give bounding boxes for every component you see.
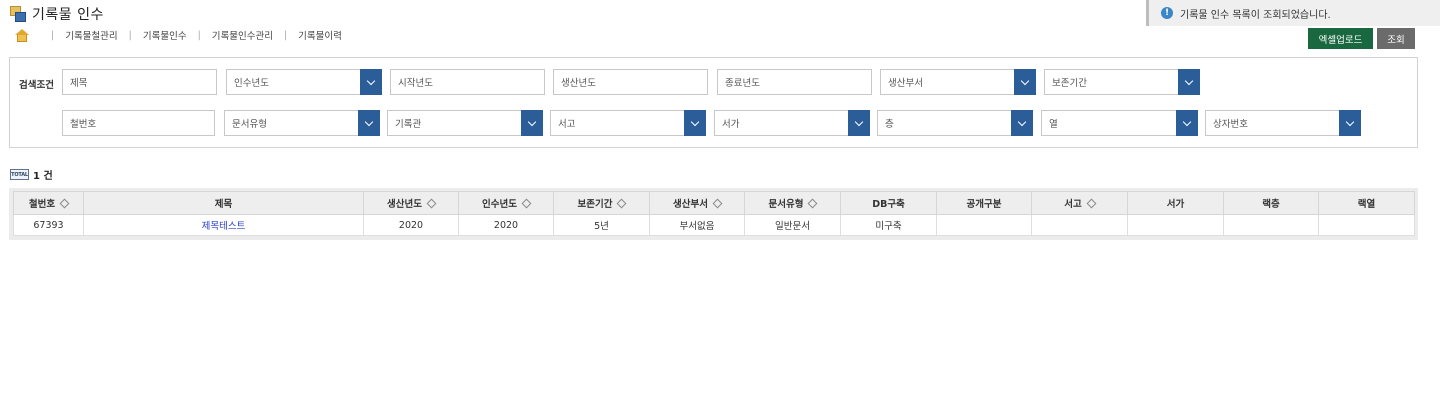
column-header-shelf: 서가 [1127,191,1224,215]
search-button[interactable]: 조회 [1377,28,1415,49]
search-panel: 검색조건 제목 인수년도 시작년도 생산년도 종료년도 생산부서 보존기간 철번… [9,57,1418,148]
title-input[interactable]: 제목 [62,69,217,95]
column-header-file-no[interactable]: 철번호 [13,191,84,215]
info-icon: ! [1161,7,1173,19]
column-header-accept-year[interactable]: 인수년도 [458,191,554,215]
title-link[interactable]: 제목테스트 [202,221,246,232]
box-no-select[interactable]: 상자번호 [1205,110,1361,136]
document-stack-icon [10,6,26,22]
floor-select[interactable]: 층 [877,110,1033,136]
cell-db-status: 미구축 [840,214,937,236]
retention-select[interactable]: 보존기간 [1044,69,1200,95]
column-header-produce-dept[interactable]: 생산부서 [649,191,745,215]
nav-link-acceptance-management[interactable]: 기록물인수관리 [212,28,273,42]
nav-separator: | [283,29,288,41]
sort-icon[interactable] [426,198,437,209]
retention-select-value: 보존기간 [1052,78,1087,89]
total-count: TOTAL 1 건 [10,167,53,182]
column-header-storage[interactable]: 서고 [1031,191,1128,215]
chevron-down-icon[interactable] [848,110,870,136]
search-label: 검색조건 [19,80,54,91]
file-no-input[interactable]: 철번호 [62,110,215,136]
result-table: 철번호 제목 생산년도 인수년도 보존기간 생산부서 문서유형 DB구축 공개구… [13,191,1415,236]
column-header-rack-floor: 랙층 [1223,191,1319,215]
cell-disclosure [936,214,1032,236]
nav-link-history[interactable]: 기록물이력 [298,28,342,42]
cell-file-no: 67393 [13,214,84,236]
cell-retention: 5년 [553,214,650,236]
produce-dept-select[interactable]: 생산부서 [880,69,1036,95]
cell-shelf [1127,214,1224,236]
column-header-db-status: DB구축 [840,191,937,215]
sort-icon[interactable] [808,198,818,209]
total-icon: TOTAL [10,169,29,180]
accept-year-select-value: 인수년도 [234,78,269,89]
archive-select[interactable]: 기록관 [387,110,543,136]
sort-icon[interactable] [1086,198,1097,209]
sort-icon[interactable] [617,198,627,209]
cell-rack-floor [1223,214,1319,236]
nav-link-acceptance[interactable]: 기록물인수 [143,28,187,42]
cell-title: 제목테스트 [83,214,364,236]
doc-type-select[interactable]: 문서유형 [224,110,380,136]
toast-message: 기록물 인수 목록이 조회되었습니다. [1180,9,1331,21]
chevron-down-icon[interactable] [684,110,706,136]
column-header-produce-year[interactable]: 생산년도 [363,191,459,215]
produce-dept-select-value: 생산부서 [888,78,923,89]
cell-accept-year: 2020 [458,214,554,236]
floor-select-value: 층 [885,119,894,130]
end-year-input[interactable]: 종료년도 [717,69,872,95]
doc-type-select-value: 문서유형 [232,119,267,130]
sort-icon[interactable] [712,198,723,209]
produce-year-input[interactable]: 생산년도 [553,69,708,95]
chevron-down-icon[interactable] [358,110,380,136]
sort-icon[interactable] [59,198,70,209]
page-header: 기록물 인수 [10,4,104,24]
cell-doc-type: 일반문서 [744,214,841,236]
home-icon[interactable] [14,28,30,42]
column-header-rack-column: 랙열 [1318,191,1415,215]
start-year-input[interactable]: 시작년도 [390,69,545,95]
table-row[interactable]: 67393 제목테스트 2020 2020 5년 부서없음 일반문서 미구축 [13,214,1415,236]
total-count-label: 1 건 [33,171,53,182]
column-select-value: 열 [1049,119,1058,130]
column-select[interactable]: 열 [1041,110,1198,136]
column-header-title: 제목 [83,191,364,215]
sort-icon[interactable] [521,198,532,209]
page-title: 기록물 인수 [32,7,104,23]
chevron-down-icon[interactable] [1178,69,1200,95]
accept-year-select[interactable]: 인수년도 [226,69,382,95]
chevron-down-icon[interactable] [1011,110,1033,136]
cell-produce-year: 2020 [363,214,459,236]
nav-separator: | [197,29,201,41]
shelf-select[interactable]: 서가 [714,110,870,136]
breadcrumb: | 기록물철관리 | 기록물인수 | 기록물인수관리 | 기록물이력 [14,28,342,42]
table-header-row: 철번호 제목 생산년도 인수년도 보존기간 생산부서 문서유형 DB구축 공개구… [13,191,1415,215]
nav-separator: | [128,29,132,41]
chevron-down-icon[interactable] [521,110,543,136]
column-header-retention[interactable]: 보존기간 [553,191,650,215]
chevron-down-icon[interactable] [1339,110,1361,136]
chevron-down-icon[interactable] [1014,69,1036,95]
shelf-select-value: 서가 [722,119,740,130]
cell-storage [1031,214,1128,236]
chevron-down-icon[interactable] [1176,110,1198,136]
cell-rack-column [1318,214,1415,236]
chevron-down-icon[interactable] [360,69,382,95]
result-grid: 철번호 제목 생산년도 인수년도 보존기간 생산부서 문서유형 DB구축 공개구… [9,188,1418,240]
storage-select[interactable]: 서고 [550,110,706,136]
toast-notification: ! 기록물 인수 목록이 조회되었습니다. [1146,0,1440,26]
nav-link-file-management[interactable]: 기록물철관리 [65,28,117,42]
storage-select-value: 서고 [558,119,576,130]
box-no-select-value: 상자번호 [1213,119,1248,130]
column-header-disclosure: 공개구분 [936,191,1032,215]
archive-select-value: 기록관 [395,119,422,130]
excel-upload-button[interactable]: 엑셀업로드 [1308,28,1373,49]
column-header-doc-type[interactable]: 문서유형 [744,191,841,215]
cell-produce-dept: 부서없음 [649,214,745,236]
nav-separator: | [51,29,55,41]
